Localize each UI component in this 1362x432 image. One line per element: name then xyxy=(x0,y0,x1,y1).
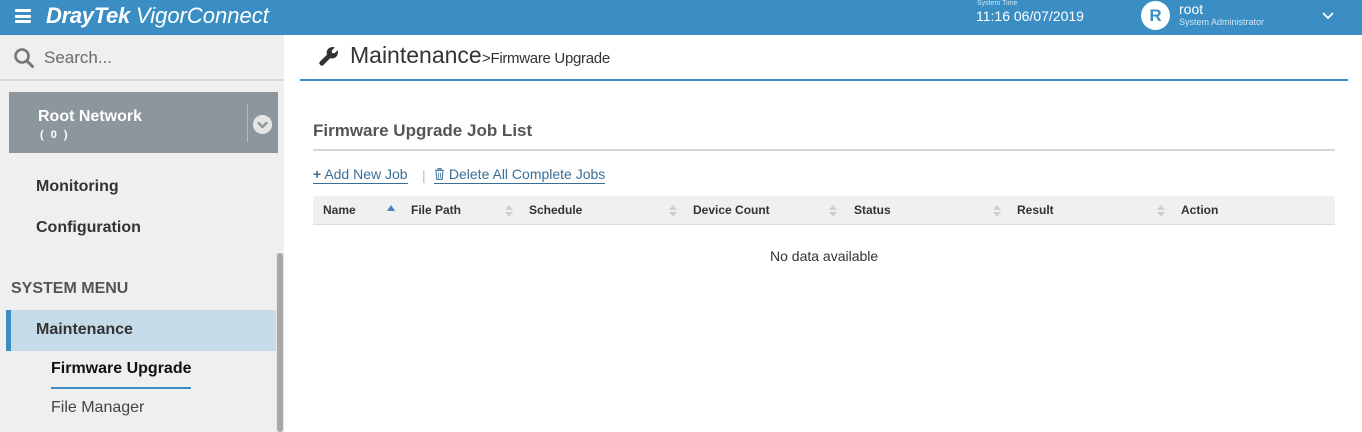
table-header: Name File Path Schedule Device Count Sta… xyxy=(313,196,1335,225)
column-header-schedule[interactable]: Schedule xyxy=(529,196,582,225)
product-name: VigorConnect xyxy=(135,3,269,28)
sort-icon[interactable] xyxy=(993,204,1001,218)
app-logo[interactable]: DrayTek VigorConnect xyxy=(46,3,269,29)
search-input[interactable] xyxy=(44,45,274,71)
user-role: System Administrator xyxy=(1179,17,1265,27)
search-icon xyxy=(14,48,34,68)
chevron-down-icon[interactable] xyxy=(1321,9,1335,23)
subnav-firmware-upgrade[interactable]: Firmware Upgrade xyxy=(51,360,191,378)
main-content: Maintenance >Firmware Upgrade Firmware U… xyxy=(284,35,1362,432)
system-time-label: System Time xyxy=(977,0,1018,7)
system-time: 11:16 06/07/2019 xyxy=(976,8,1084,24)
network-selector[interactable]: Root Network ( 0 ) xyxy=(9,92,278,153)
sidebar: Root Network ( 0 ) Monitoring Configurat… xyxy=(0,35,284,432)
page-title: Maintenance xyxy=(350,42,482,68)
sort-icon[interactable] xyxy=(829,204,837,218)
column-header-action: Action xyxy=(1181,203,1219,217)
page-header: Maintenance >Firmware Upgrade xyxy=(300,35,1348,81)
sidebar-item-monitoring[interactable]: Monitoring xyxy=(36,178,119,196)
sort-icon[interactable] xyxy=(669,204,677,218)
wrench-icon xyxy=(319,47,338,66)
sort-ascending-icon[interactable] xyxy=(387,204,395,218)
column-header-device-count[interactable]: Device Count xyxy=(693,196,770,225)
breadcrumb: >Firmware Upgrade xyxy=(482,50,610,67)
chevron-down-circle-icon[interactable] xyxy=(253,115,272,134)
column-header-name[interactable]: Name xyxy=(323,196,356,225)
scrollbar-thumb[interactable] xyxy=(277,253,283,432)
avatar[interactable]: R xyxy=(1141,1,1170,30)
toolbar-separator: | xyxy=(422,167,426,183)
sidebar-item-configuration[interactable]: Configuration xyxy=(36,219,141,237)
column-header-status[interactable]: Status xyxy=(854,196,891,225)
menu-icon[interactable] xyxy=(15,9,31,23)
active-indicator xyxy=(51,387,191,389)
username[interactable]: root xyxy=(1179,1,1203,17)
network-count: ( 0 ) xyxy=(40,129,70,141)
column-header-file-path[interactable]: File Path xyxy=(411,196,461,225)
plus-icon: + xyxy=(313,166,322,182)
add-new-job-label: Add New Job xyxy=(324,166,408,182)
sidebar-item-label: Maintenance xyxy=(36,321,133,338)
subnav-file-manager[interactable]: File Manager xyxy=(51,399,144,417)
sidebar-item-maintenance[interactable]: Maintenance xyxy=(6,310,276,351)
section-divider xyxy=(313,149,1335,151)
add-new-job-button[interactable]: + Add New Job xyxy=(313,166,408,184)
sort-icon[interactable] xyxy=(1157,204,1165,218)
network-name: Root Network xyxy=(38,108,142,125)
system-menu-title: SYSTEM MENU xyxy=(11,280,129,297)
network-divider xyxy=(247,104,248,142)
empty-table-message: No data available xyxy=(770,248,879,264)
column-header-result[interactable]: Result xyxy=(1017,196,1054,225)
delete-all-label: Delete All Complete Jobs xyxy=(448,166,606,182)
delete-all-complete-jobs-button[interactable]: Delete All Complete Jobs xyxy=(434,166,606,184)
search-bar xyxy=(0,35,284,81)
top-bar: DrayTek VigorConnect System Time 11:16 06… xyxy=(0,0,1362,35)
trash-icon xyxy=(435,168,444,180)
sort-icon[interactable] xyxy=(505,204,513,218)
brand-name: DrayTek xyxy=(46,3,130,28)
section-heading: Firmware Upgrade Job List xyxy=(313,121,533,140)
